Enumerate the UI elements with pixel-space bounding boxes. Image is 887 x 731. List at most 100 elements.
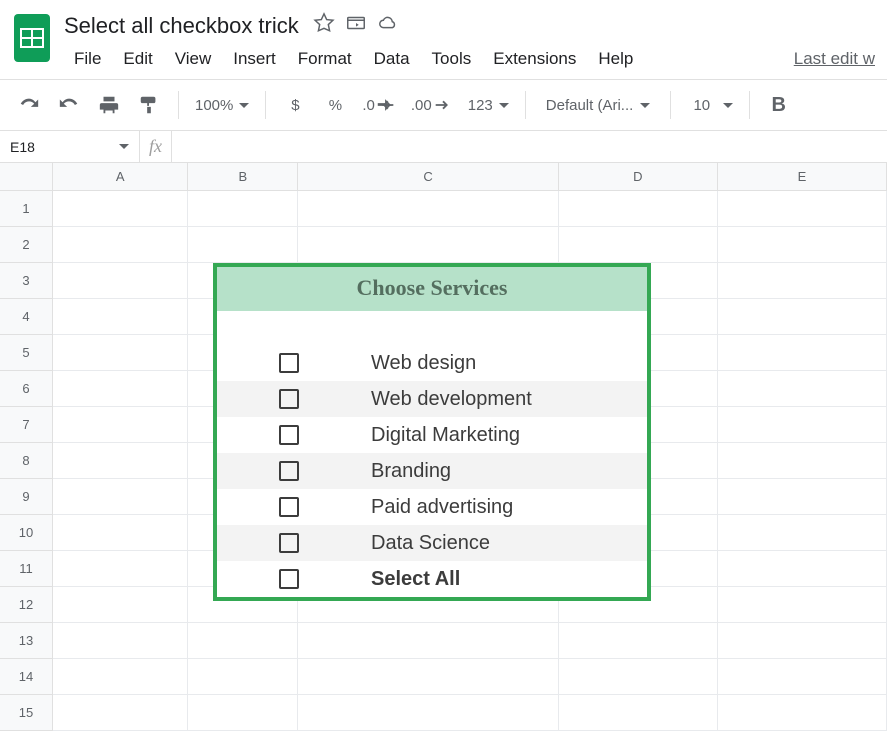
- cell[interactable]: [53, 299, 188, 335]
- move-icon[interactable]: [345, 12, 367, 39]
- row-header-10[interactable]: 10: [0, 515, 53, 551]
- cell[interactable]: [188, 623, 298, 659]
- cell[interactable]: [718, 479, 887, 515]
- cell[interactable]: [718, 407, 887, 443]
- row-header-5[interactable]: 5: [0, 335, 53, 371]
- paint-format-button[interactable]: [132, 88, 166, 122]
- cell[interactable]: [188, 659, 298, 695]
- redo-button[interactable]: [52, 88, 86, 122]
- menu-data[interactable]: Data: [364, 45, 420, 73]
- more-formats-button[interactable]: 123: [464, 88, 513, 122]
- checkbox[interactable]: [279, 389, 299, 409]
- last-edit-link[interactable]: Last edit w: [794, 49, 877, 69]
- cell[interactable]: [53, 695, 188, 731]
- cell[interactable]: [53, 587, 188, 623]
- cell[interactable]: [53, 371, 188, 407]
- row-header-13[interactable]: 13: [0, 623, 53, 659]
- cell[interactable]: [298, 227, 558, 263]
- cell[interactable]: [559, 623, 718, 659]
- row-header-2[interactable]: 2: [0, 227, 53, 263]
- cell[interactable]: [718, 443, 887, 479]
- row-header-11[interactable]: 11: [0, 551, 53, 587]
- cell[interactable]: [53, 515, 188, 551]
- cell[interactable]: [298, 659, 558, 695]
- star-icon[interactable]: [313, 12, 335, 39]
- cell[interactable]: [718, 659, 887, 695]
- cell[interactable]: [53, 263, 188, 299]
- menu-tools[interactable]: Tools: [422, 45, 482, 73]
- menu-help[interactable]: Help: [588, 45, 643, 73]
- cell[interactable]: [188, 191, 298, 227]
- checkbox[interactable]: [279, 425, 299, 445]
- select-all-cells[interactable]: [0, 163, 53, 191]
- cell[interactable]: [53, 479, 188, 515]
- checkbox-select-all[interactable]: [279, 569, 299, 589]
- cell[interactable]: [718, 623, 887, 659]
- cell[interactable]: [53, 443, 188, 479]
- cell[interactable]: [188, 695, 298, 731]
- undo-button[interactable]: [12, 88, 46, 122]
- cell[interactable]: [53, 551, 188, 587]
- checkbox[interactable]: [279, 461, 299, 481]
- menu-edit[interactable]: Edit: [113, 45, 162, 73]
- row-header-15[interactable]: 15: [0, 695, 53, 731]
- cell[interactable]: [718, 191, 887, 227]
- row-header-9[interactable]: 9: [0, 479, 53, 515]
- cell[interactable]: [53, 659, 188, 695]
- cloud-status-icon[interactable]: [377, 12, 399, 39]
- name-box[interactable]: E18: [0, 131, 140, 162]
- format-currency-button[interactable]: $: [278, 88, 312, 122]
- cell[interactable]: [718, 227, 887, 263]
- cell[interactable]: [559, 227, 718, 263]
- print-button[interactable]: [92, 88, 126, 122]
- checkbox[interactable]: [279, 353, 299, 373]
- menu-extensions[interactable]: Extensions: [483, 45, 586, 73]
- cell[interactable]: [718, 695, 887, 731]
- menu-view[interactable]: View: [165, 45, 222, 73]
- font-size-select[interactable]: 10: [683, 88, 737, 122]
- cell[interactable]: [298, 191, 558, 227]
- cell[interactable]: [188, 227, 298, 263]
- cell[interactable]: [718, 335, 887, 371]
- sheets-logo[interactable]: [10, 8, 54, 68]
- row-header-12[interactable]: 12: [0, 587, 53, 623]
- menu-insert[interactable]: Insert: [223, 45, 286, 73]
- checkbox[interactable]: [279, 533, 299, 553]
- column-header-B[interactable]: B: [188, 163, 298, 191]
- row-header-14[interactable]: 14: [0, 659, 53, 695]
- cell[interactable]: [718, 371, 887, 407]
- cell[interactable]: [53, 191, 188, 227]
- cell[interactable]: [53, 407, 188, 443]
- cell[interactable]: [718, 515, 887, 551]
- formula-input[interactable]: [172, 131, 887, 162]
- column-header-D[interactable]: D: [559, 163, 718, 191]
- cell[interactable]: [559, 695, 718, 731]
- row-header-8[interactable]: 8: [0, 443, 53, 479]
- cell[interactable]: [53, 227, 188, 263]
- menu-format[interactable]: Format: [288, 45, 362, 73]
- column-header-C[interactable]: C: [298, 163, 558, 191]
- cell[interactable]: [298, 695, 558, 731]
- cell[interactable]: [559, 659, 718, 695]
- format-percent-button[interactable]: %: [318, 88, 352, 122]
- cell[interactable]: [718, 263, 887, 299]
- cell[interactable]: [718, 587, 887, 623]
- row-header-1[interactable]: 1: [0, 191, 53, 227]
- row-header-4[interactable]: 4: [0, 299, 53, 335]
- column-header-A[interactable]: A: [53, 163, 188, 191]
- menu-file[interactable]: File: [64, 45, 111, 73]
- cell[interactable]: [559, 191, 718, 227]
- row-header-7[interactable]: 7: [0, 407, 53, 443]
- cell[interactable]: [298, 623, 558, 659]
- document-title[interactable]: Select all checkbox trick: [64, 13, 299, 39]
- cell[interactable]: [53, 623, 188, 659]
- cell[interactable]: [718, 299, 887, 335]
- checkbox[interactable]: [279, 497, 299, 517]
- zoom-select[interactable]: 100%: [191, 88, 253, 122]
- column-header-E[interactable]: E: [718, 163, 887, 191]
- increase-decimal-button[interactable]: .00: [407, 88, 458, 122]
- row-header-6[interactable]: 6: [0, 371, 53, 407]
- row-header-3[interactable]: 3: [0, 263, 53, 299]
- decrease-decimal-button[interactable]: .0: [358, 88, 401, 122]
- bold-button[interactable]: B: [762, 88, 796, 122]
